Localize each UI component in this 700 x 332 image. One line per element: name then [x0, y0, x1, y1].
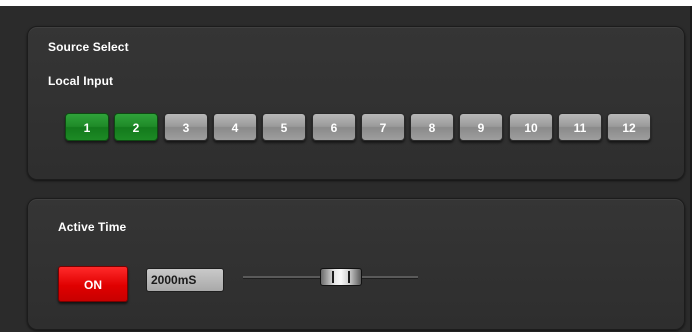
active-time-panel: Active Time ON 2000mS — [27, 198, 685, 330]
channel-button-5[interactable]: 5 — [262, 113, 306, 141]
active-time-title: Active Time — [58, 220, 127, 234]
slider-thumb-icon[interactable] — [320, 268, 362, 286]
channel-button-7[interactable]: 7 — [361, 113, 405, 141]
main-container: Source Select Local Input 1 2 3 4 5 6 7 8 9 10 11 1… — [0, 6, 692, 332]
channel-button-2[interactable]: 2 — [114, 113, 158, 141]
channel-button-11[interactable]: 11 — [558, 113, 602, 141]
thumb-grip-left — [332, 271, 334, 283]
app-frame: Source Select Local Input 1 2 3 4 5 6 7 8 9 10 11 1… — [0, 0, 700, 332]
local-input-label: Local Input — [48, 74, 114, 88]
on-toggle-button[interactable]: ON — [58, 266, 128, 302]
active-time-value-field[interactable]: 2000mS — [146, 268, 224, 292]
thumb-grip-right — [348, 271, 350, 283]
channel-button-9[interactable]: 9 — [459, 113, 503, 141]
channel-button-3[interactable]: 3 — [164, 113, 208, 141]
channel-button-10[interactable]: 10 — [509, 113, 553, 141]
channel-button-6[interactable]: 6 — [312, 113, 356, 141]
channel-button-12[interactable]: 12 — [607, 113, 651, 141]
channel-button-1[interactable]: 1 — [65, 113, 109, 141]
channel-button-4[interactable]: 4 — [213, 113, 257, 141]
source-select-panel: Source Select Local Input 1 2 3 4 5 6 7 8 9 10 11 1… — [27, 26, 685, 180]
source-select-title: Source Select — [48, 40, 129, 54]
channel-button-8[interactable]: 8 — [410, 113, 454, 141]
